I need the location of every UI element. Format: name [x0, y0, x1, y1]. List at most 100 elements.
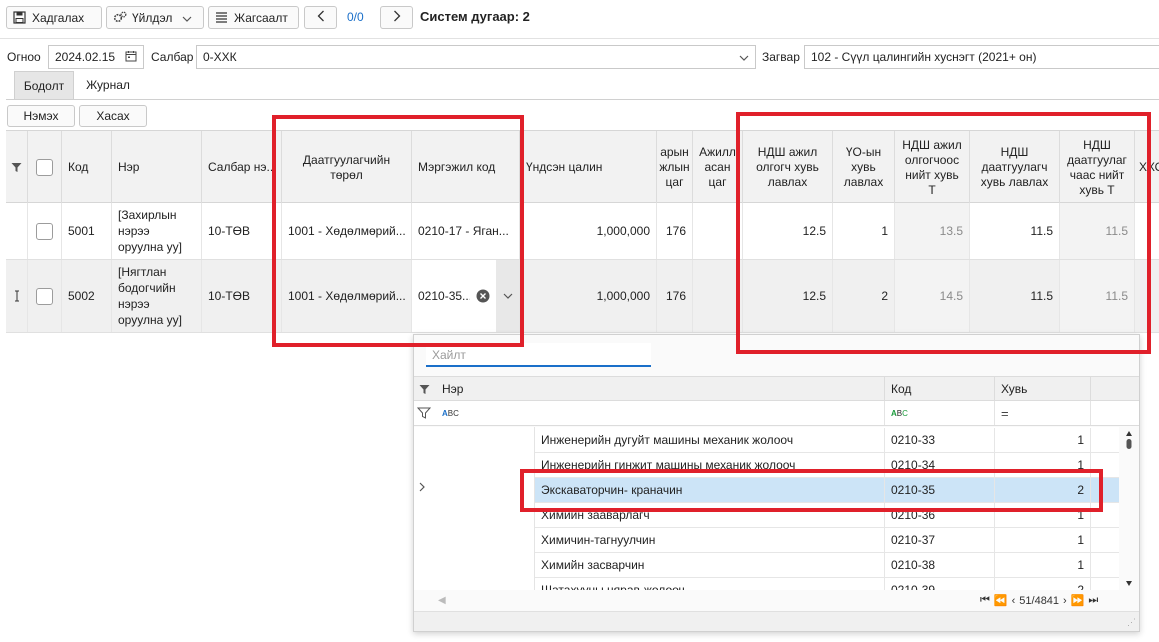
- select-all-checkbox[interactable]: [28, 131, 62, 204]
- col-header-ndsh-insured-rate[interactable]: НДШ даатгуулагч хувь лавлах: [970, 131, 1060, 204]
- calendar-icon[interactable]: [125, 50, 137, 65]
- dropdown-cell-code: 0210-38: [885, 553, 995, 577]
- branch-select[interactable]: 0-ХХК: [196, 45, 756, 69]
- col-header-ndsh-employer-rate[interactable]: НДШ ажил олгогч хувь лавлах: [743, 131, 833, 204]
- list-button[interactable]: Жагсаалт: [208, 6, 299, 29]
- next-page-fast-icon[interactable]: ⏩: [1071, 594, 1085, 607]
- next-button[interactable]: [380, 6, 413, 29]
- col-header-uo-rate[interactable]: ҮО-ын хувь лавлах: [833, 131, 895, 204]
- dropdown-toggle[interactable]: [496, 260, 519, 332]
- search-placeholder: Хайлт: [432, 348, 466, 362]
- col-header-ndsh-employer-total[interactable]: НДШ ажил олгогчоос нийт хувь Т: [895, 131, 970, 204]
- cell-worked-hours[interactable]: [693, 203, 743, 259]
- list-item[interactable]: Химичин-тагнуулчин 0210-37 1: [535, 528, 1119, 553]
- list-item[interactable]: Химийн засварчин 0210-38 1: [535, 553, 1119, 578]
- code-filter-input[interactable]: ABC: [885, 401, 995, 425]
- col-header-branch[interactable]: Салбар нэ...: [202, 131, 282, 204]
- tab-divider: [6, 99, 1159, 100]
- list-item[interactable]: Инженерийн гинжит машины механик жолооч 0…: [535, 453, 1119, 478]
- cell-ndsh-insured-rate[interactable]: 11.5: [970, 260, 1060, 332]
- row-checkbox[interactable]: [28, 260, 62, 332]
- cell-insured-type[interactable]: 1001 - Хөдөлмөрий...: [282, 260, 412, 332]
- actions-dropdown-button[interactable]: Үйлдэл: [106, 6, 204, 29]
- remove-row-button[interactable]: Хасах: [79, 105, 147, 127]
- cell-prof-code[interactable]: 0210-17 - Яган...: [412, 203, 520, 259]
- col-header-prof-code[interactable]: Мэргэжил код: [412, 131, 520, 204]
- cell-extra[interactable]: [1135, 203, 1159, 259]
- clear-icon[interactable]: [476, 289, 490, 303]
- dropdown-search-input[interactable]: Хайлт: [426, 343, 651, 367]
- dropdown-col-name[interactable]: Нэр: [436, 377, 885, 401]
- prof-code-editor[interactable]: 0210-35...: [412, 260, 520, 332]
- row-indicator: [6, 203, 28, 259]
- dropdown-cell-name: Шатахууны нярав-жолооч: [535, 578, 885, 590]
- col-header-ndsh-insured-total[interactable]: НДШ даатгуулаг чаас нийт хувь Т: [1060, 131, 1135, 204]
- prev-page-fast-icon[interactable]: ⏪: [994, 594, 1008, 607]
- template-select[interactable]: 102 - Сүүл цалингийн хуснэгт (2021+ он): [804, 45, 1159, 69]
- col-header-code[interactable]: Код: [62, 131, 112, 204]
- save-icon: [13, 11, 26, 24]
- prev-page-icon[interactable]: ‹: [1012, 595, 1016, 607]
- col-header-base-salary[interactable]: Үндсэн цалин: [520, 131, 657, 204]
- col-header-name[interactable]: Нэр: [112, 131, 202, 204]
- list-item[interactable]: Инженерийн дугуйт машины механик жолооч 0…: [535, 428, 1119, 453]
- dropdown-col-percent[interactable]: Хувь: [995, 377, 1091, 401]
- chevron-left-icon: [317, 10, 325, 25]
- dropdown-row-selected[interactable]: Экскаваторчин- краначин 0210-35 2: [535, 478, 1119, 503]
- col-header-insured-type[interactable]: Даатгуулагчийн төрөл: [282, 131, 412, 204]
- cell-work-hours[interactable]: 176: [657, 260, 693, 332]
- cell-ndsh-employer-rate[interactable]: 12.5: [743, 203, 833, 259]
- add-row-button[interactable]: Нэмэх: [7, 105, 75, 127]
- cell-insured-type[interactable]: 1001 - Хөдөлмөрий...: [282, 203, 412, 259]
- table-row[interactable]: 5001 [Захирлын нэрээ оруулна уу] 10-ТӨВ …: [6, 203, 1159, 260]
- list-item[interactable]: Шатахууны нярав-жолооч 0210-39 2: [535, 578, 1119, 590]
- dropdown-col-code[interactable]: Код: [885, 377, 995, 401]
- system-number-title: Систем дугаар: 2: [420, 9, 530, 24]
- cell-base-salary[interactable]: 1,000,000: [520, 260, 657, 332]
- cell-code[interactable]: 5001: [62, 203, 112, 259]
- cell-name[interactable]: [Нягтлан бодогчийн нэрээ оруулна уу]: [112, 260, 202, 332]
- pager-count: 0/0: [347, 10, 364, 24]
- cell-ndsh-employer-rate[interactable]: 12.5: [743, 260, 833, 332]
- dropdown-cell-name: Химийн засварчин: [535, 553, 885, 577]
- cell-code[interactable]: 5002: [62, 260, 112, 332]
- cell-worked-hours[interactable]: [693, 260, 743, 332]
- cell-extra[interactable]: [1135, 260, 1159, 332]
- scroll-left-icon[interactable]: ◀: [438, 595, 446, 606]
- profession-code-dropdown[interactable]: Хайлт Нэр Код Хувь ABC ABC = Инженерийн …: [413, 334, 1140, 632]
- branch-value: 0-ХХК: [203, 50, 237, 64]
- cell-branch[interactable]: 10-ТӨВ: [202, 203, 282, 259]
- list-item[interactable]: Химийн зааварлагч 0210-36 1: [535, 503, 1119, 528]
- dropdown-cell-name: Химичин-тагнуулчин: [535, 528, 885, 552]
- tab-journal[interactable]: Журнал: [78, 71, 138, 99]
- divider: [0, 38, 1159, 39]
- prev-button[interactable]: [304, 6, 337, 29]
- date-field[interactable]: 2024.02.15: [48, 45, 144, 69]
- save-button[interactable]: Хадгалах: [6, 6, 102, 29]
- dropdown-footer: ◀ ⏮ ⏪ ‹ 51/4841 › ⏩ ⏭: [414, 592, 1139, 610]
- next-page-icon[interactable]: ›: [1063, 595, 1067, 607]
- cell-base-salary[interactable]: 1,000,000: [520, 203, 657, 259]
- save-label: Хадгалах: [32, 10, 85, 25]
- table-row-active[interactable]: 5002 [Нягтлан бодогчийн нэрээ оруулна уу…: [6, 260, 1159, 333]
- cell-name[interactable]: [Захирлын нэрээ оруулна уу]: [112, 203, 202, 259]
- cell-ndsh-insured-rate[interactable]: 11.5: [970, 203, 1060, 259]
- name-filter-input[interactable]: ABC: [436, 401, 885, 425]
- cell-uo-rate[interactable]: 1: [833, 203, 895, 259]
- last-page-icon[interactable]: ⏭: [1088, 594, 1098, 607]
- vertical-scrollbar[interactable]: [1121, 427, 1137, 590]
- resize-grip-icon[interactable]: ⋰: [1127, 617, 1136, 628]
- filter-icon[interactable]: [6, 131, 28, 204]
- col-header-worked-hours[interactable]: Ажилл асан цаг: [693, 131, 743, 204]
- tab-calculation[interactable]: Бодолт: [14, 71, 74, 99]
- cell-work-hours[interactable]: 176: [657, 203, 693, 259]
- col-header-extra[interactable]: ХХО: [1135, 131, 1159, 204]
- percent-filter-input[interactable]: =: [995, 401, 1091, 425]
- row-checkbox[interactable]: [28, 203, 62, 259]
- first-page-icon[interactable]: ⏮: [980, 594, 990, 607]
- col-header-work-hours[interactable]: арын жлын цаг: [657, 131, 693, 204]
- cell-uo-rate[interactable]: 2: [833, 260, 895, 332]
- filter-icon[interactable]: [414, 377, 436, 401]
- cell-branch[interactable]: 10-ТӨВ: [202, 260, 282, 332]
- chevron-right-icon[interactable]: [417, 481, 433, 497]
